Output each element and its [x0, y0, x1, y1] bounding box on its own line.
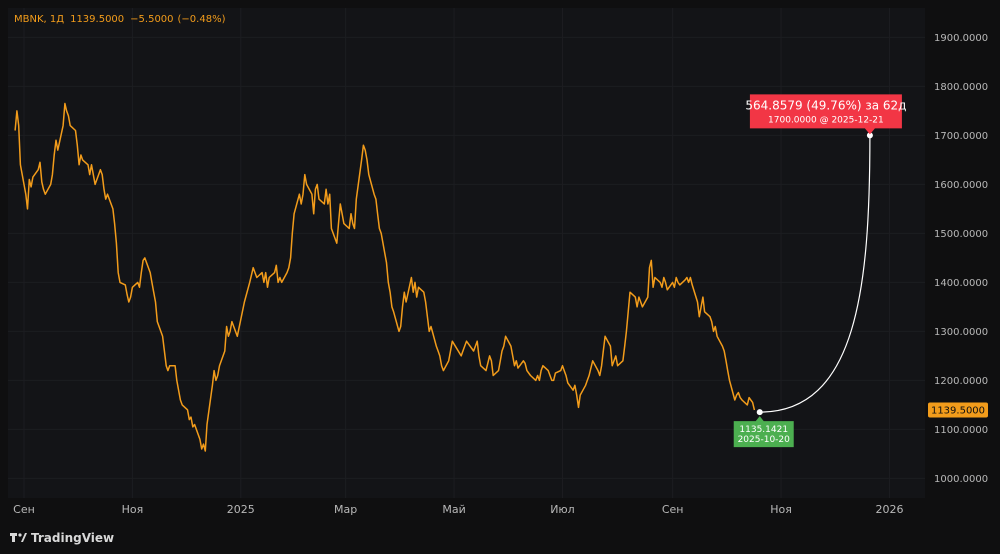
y-tick-label: 1200.0000 — [934, 376, 988, 387]
change-pct-label: (−0.48%) — [178, 14, 226, 25]
target-callout-line2: 1700.0000 @ 2025-12-21 — [768, 115, 884, 125]
projection-start-point[interactable] — [756, 409, 763, 416]
target-callout-line1: 564.8579 (49.76%) за 62д — [745, 98, 906, 112]
x-tick-label: 2026 — [875, 503, 903, 516]
y-tick-label: 1000.0000 — [934, 474, 988, 485]
last-price-tag: 1139.5000 — [928, 402, 988, 418]
x-tick-label: Мар — [334, 503, 357, 516]
x-tick-label: Сен — [662, 503, 684, 516]
x-tick-label: Ноя — [122, 503, 144, 516]
x-tick-label: Май — [442, 503, 465, 516]
start-callout-date: 2025-10-20 — [738, 435, 791, 445]
target-callout[interactable]: 564.8579 (49.76%) за 62д 1700.0000 @ 202… — [745, 94, 906, 135]
x-tick-label: Июл — [550, 503, 575, 516]
x-tick-label: 2025 — [227, 503, 255, 516]
change-label: −5.5000 — [130, 14, 173, 25]
last-price-tag-value: 1139.5000 — [931, 406, 985, 417]
y-tick-label: 1500.0000 — [934, 229, 988, 240]
symbol-label: MBNK — [14, 14, 44, 25]
y-tick-label: 1900.0000 — [934, 33, 988, 44]
interval-label: 1Д — [50, 14, 64, 25]
y-tick-label: 1600.0000 — [934, 180, 988, 191]
start-callout-value: 1135.1421 — [739, 425, 788, 435]
plot-area[interactable] — [8, 8, 1000, 524]
last-price-label: 1139.5000 — [70, 14, 124, 25]
y-tick-label: 1400.0000 — [934, 278, 988, 289]
chart-header: MBNK, 1Д 1139.5000 −5.5000 (−0.48%) — [14, 14, 226, 25]
y-tick-label: 1700.0000 — [934, 131, 988, 142]
y-tick-label: 1300.0000 — [934, 327, 988, 338]
x-tick-label: Сен — [13, 503, 35, 516]
tradingview-logo-text: TradingView — [31, 531, 114, 545]
price-chart[interactable]: 1000.0000 1100.0000 1200.0000 1300.0000 1400… — [0, 0, 1000, 554]
y-tick-label: 1100.0000 — [934, 425, 988, 436]
x-tick-label: Ноя — [770, 503, 792, 516]
y-tick-label: 1800.0000 — [934, 82, 988, 93]
